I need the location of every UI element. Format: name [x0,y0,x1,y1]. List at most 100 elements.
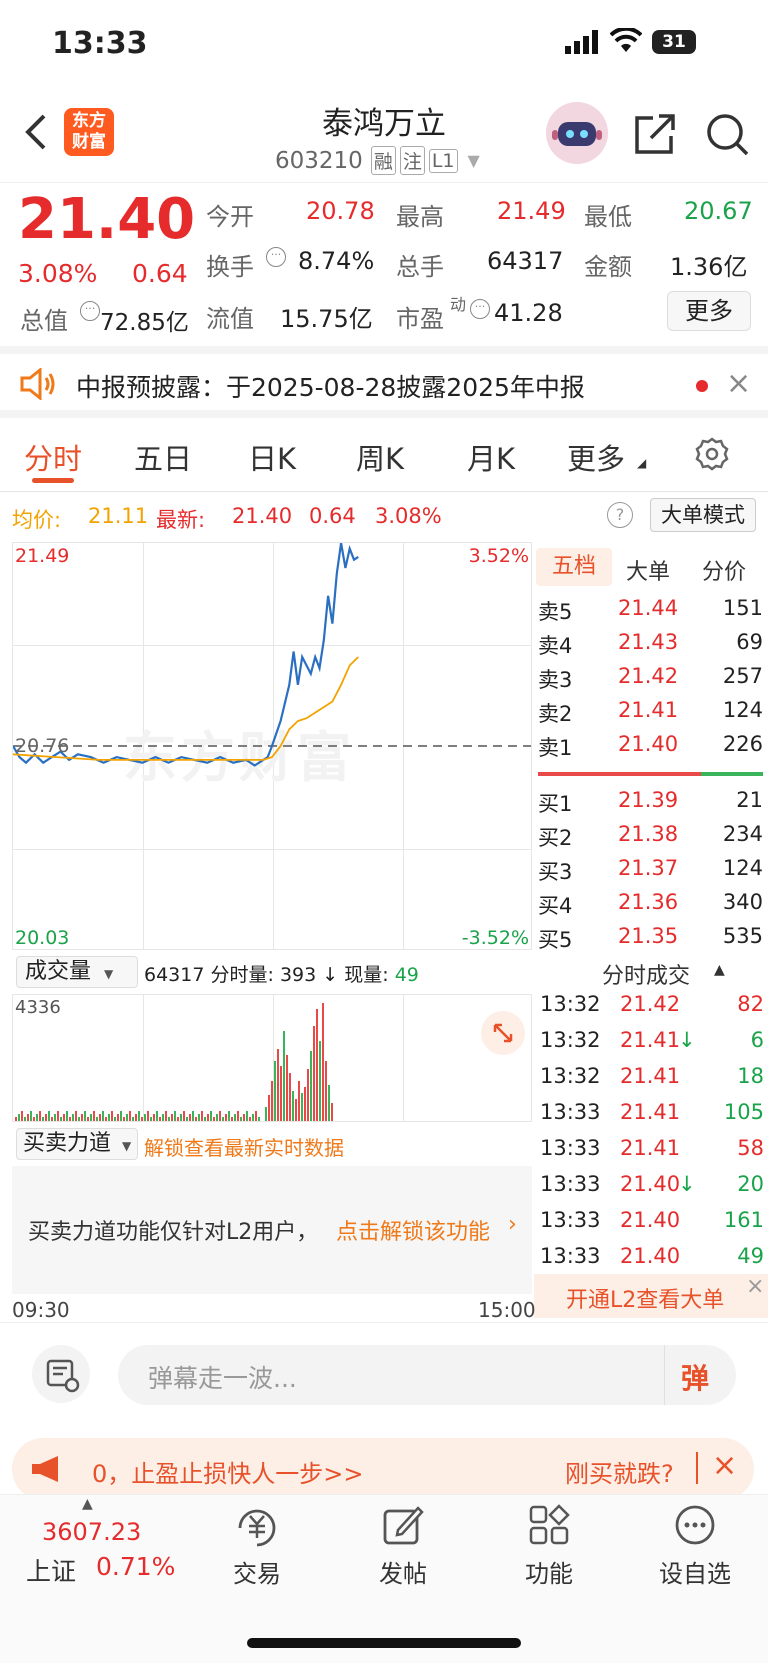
volume-bar [237,1111,239,1121]
info-icon[interactable]: ··· [266,247,286,267]
trade-row: 13:33 21.40 161 [540,1208,764,1232]
unlock-realtime-link[interactable]: 解锁查看最新实时数据 [144,1132,344,1161]
status-time: 13:33 [52,26,148,61]
force-indicator-select[interactable]: 买卖力道 ▼ [16,1128,138,1160]
danmaku-placeholder: 弹幕走一波... [148,1364,297,1393]
volume-bar [111,1111,113,1121]
stock-code-row: 603210 融 注 L1 ▼ [275,146,480,175]
volume-bar [271,1081,273,1121]
info-icon[interactable]: ··· [80,301,100,321]
volume-bar [316,1009,318,1121]
caret-up-icon[interactable]: ▲ [714,962,725,978]
l2-upgrade-banner[interactable]: 开通L2查看大单 × [534,1274,768,1318]
nav-add-watchlist[interactable]: 设自选 [645,1554,745,1589]
post-icon[interactable] [382,1504,424,1550]
volume-bar [72,1114,74,1121]
info-icon[interactable]: ··· [470,299,490,319]
volume-bar [265,1107,267,1121]
index-name: 上证 [26,1557,77,1586]
close-icon[interactable]: × [712,1448,737,1483]
low-label: 最低 [584,203,632,231]
danmaku-send-button[interactable]: 弹 [664,1345,736,1405]
caret-up-icon[interactable]: ▲ [82,1496,93,1512]
volume-bar [304,1087,306,1121]
expand-icon[interactable] [481,1011,525,1055]
volume-bar [75,1111,77,1121]
y-axis-top-label: 21.49 [15,545,70,567]
nav-post[interactable]: 发帖 [353,1554,453,1589]
speaker-icon [18,366,58,404]
volume-bar [84,1111,86,1121]
volume-bar [126,1114,128,1121]
volume-bar [186,1117,188,1121]
volume-bar [69,1117,71,1121]
ask-row: 卖5 21.44 151 [538,596,763,624]
turnover-label: 换手 [206,253,254,281]
notice-bar[interactable]: 中报预披露：于2025-08-28披露2025年中报 × [0,346,768,418]
intraday-chart[interactable]: 东方财富 21.49 20.76 20.03 3.52% -3.52% [12,542,532,950]
unlock-feature-link[interactable]: 点击解锁该功能 [336,1214,490,1246]
price-info-bar: 均价: 21.11 最新: 21.40 0.64 3.08% ? 大单模式 [0,496,768,538]
volume-bar [313,1026,315,1121]
volume-bar [246,1111,248,1121]
volume-bar [147,1111,149,1121]
danmaku-input[interactable]: 弹幕走一波... 弹 [118,1345,736,1405]
promo-left-text: 0，止盈止损快人一步>> [92,1460,364,1488]
wifi-icon [609,26,643,58]
nav-function[interactable]: 功能 [499,1554,599,1589]
chevron-down-icon[interactable]: ▼ [468,151,480,170]
volume-indicator-select[interactable]: 成交量 ▼ [16,956,138,988]
tab-monthly-k[interactable]: 月K [467,436,515,478]
danmaku-settings-icon[interactable] [32,1345,90,1403]
trade-icon[interactable] [234,1504,280,1552]
tag-rong: 融 [370,146,396,175]
tab-price-distribution[interactable]: 分价 [702,554,746,586]
nav-trade[interactable]: 交易 [207,1554,307,1589]
volume-bar [319,1041,321,1121]
tab-more[interactable]: 更多 [567,436,625,478]
more-circle-icon[interactable] [674,1504,716,1550]
ask-row: 卖4 21.43 69 [538,630,763,658]
volume-bar [258,1117,260,1121]
tab-weekly-k[interactable]: 周K [356,436,404,478]
volume-bar [99,1114,101,1121]
index-value[interactable]: 3607.23 [42,1518,141,1546]
promo-banner[interactable]: 0，止盈止损快人一步>> 刚买就跌? × [12,1438,754,1500]
volume-bar [249,1117,251,1121]
amount-value: 1.36亿 [670,253,748,281]
volume-bar [183,1111,185,1121]
function-grid-icon[interactable] [528,1504,570,1550]
close-icon[interactable]: × [726,366,751,401]
more-button[interactable]: 更多 [667,291,751,331]
bid-row: 买3 21.37 124 [538,856,763,884]
close-icon[interactable]: × [746,1274,764,1299]
volume-bar [165,1111,167,1121]
chevron-right-icon: › [508,1212,517,1237]
volume-indicator-label: 成交量 [25,959,92,984]
tab-five-level[interactable]: 五档 [536,548,612,586]
tab-more-caret-icon: ◢ [637,456,647,470]
volume-bar [63,1114,65,1121]
large-order-mode-button[interactable]: 大单模式 [650,498,756,532]
volume-chart[interactable]: 4336 [12,994,532,1122]
volume-bar [189,1114,191,1121]
pe-label: 市盈 [396,305,444,333]
force-locked-message: 买卖力道功能仅针对L2用户， [28,1220,319,1245]
price-chart-svg [13,543,531,767]
tab-daily-k[interactable]: 日K [248,436,296,478]
last-change: 0.64 [309,504,356,528]
force-locked-panel[interactable]: 买卖力道功能仅针对L2用户， 点击解锁该功能 › [12,1166,532,1294]
tab-intraday[interactable]: 分时 [24,436,82,478]
promo-divider [696,1452,698,1484]
now-volume-label: 现量: [344,964,389,986]
bid-ask-ratio-bar-green [701,772,763,776]
tab-large-order[interactable]: 大单 [626,554,670,586]
tab-five-day[interactable]: 五日 [134,436,192,478]
robot-avatar-icon[interactable] [546,102,608,164]
share-icon[interactable] [633,112,677,160]
settings-gear-icon[interactable] [694,436,730,476]
volume-max-label: 4336 [15,997,61,1018]
float-label: 流值 [206,305,254,333]
search-icon[interactable] [705,112,749,160]
help-icon[interactable]: ? [607,502,633,528]
